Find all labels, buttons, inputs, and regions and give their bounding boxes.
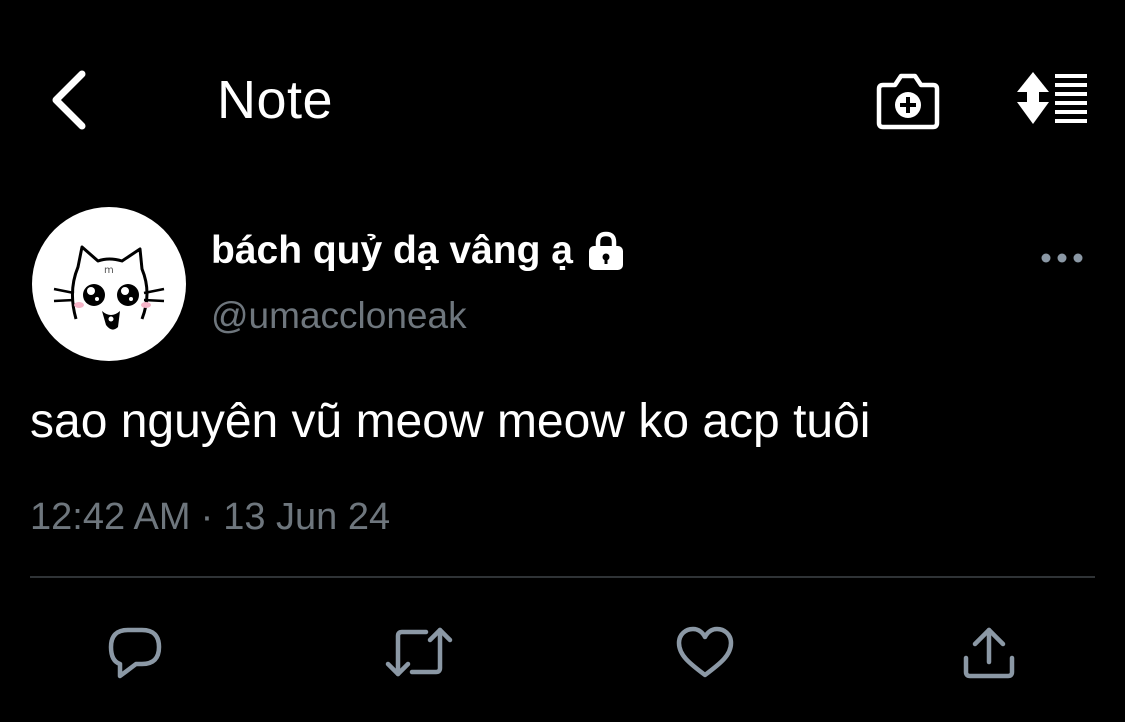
reply-button[interactable] <box>95 612 175 692</box>
chevron-left-icon <box>52 70 86 130</box>
sort-button[interactable] <box>1006 62 1100 138</box>
username-handle[interactable]: @umaccloneak <box>211 292 467 340</box>
lock-icon <box>585 231 627 271</box>
camera-button[interactable] <box>866 62 950 138</box>
retweet-icon <box>385 627 453 677</box>
sort-list-icon <box>1017 72 1087 124</box>
reply-icon <box>108 627 162 679</box>
divider <box>30 576 1095 578</box>
tweet-text: sao nguyên vũ meow meow ko acp tuôi <box>30 395 871 448</box>
share-button[interactable] <box>949 612 1029 692</box>
display-name-row[interactable]: bách quỷ dạ vâng ạ <box>211 222 627 280</box>
svg-text:m: m <box>104 265 114 276</box>
retweet-button[interactable] <box>379 612 459 692</box>
display-name: bách quỷ dạ vâng ạ <box>211 229 573 272</box>
back-button[interactable] <box>30 60 110 140</box>
camera-add-icon <box>876 73 940 130</box>
timestamp-separator: · <box>200 496 214 538</box>
more-dots-icon <box>1041 253 1083 263</box>
tweet-timestamp: 12:42 AM · 13 Jun 24 <box>30 492 390 542</box>
more-button[interactable] <box>1022 236 1102 280</box>
tweet-time: 12:42 AM <box>30 496 191 538</box>
tweet-date: 13 Jun 24 <box>223 496 391 538</box>
avatar[interactable]: m <box>32 207 186 361</box>
page-title: Note <box>217 70 334 130</box>
heart-icon <box>676 626 734 678</box>
share-icon <box>963 627 1015 679</box>
cat-face-avatar: m <box>53 245 165 330</box>
like-button[interactable] <box>665 612 745 692</box>
